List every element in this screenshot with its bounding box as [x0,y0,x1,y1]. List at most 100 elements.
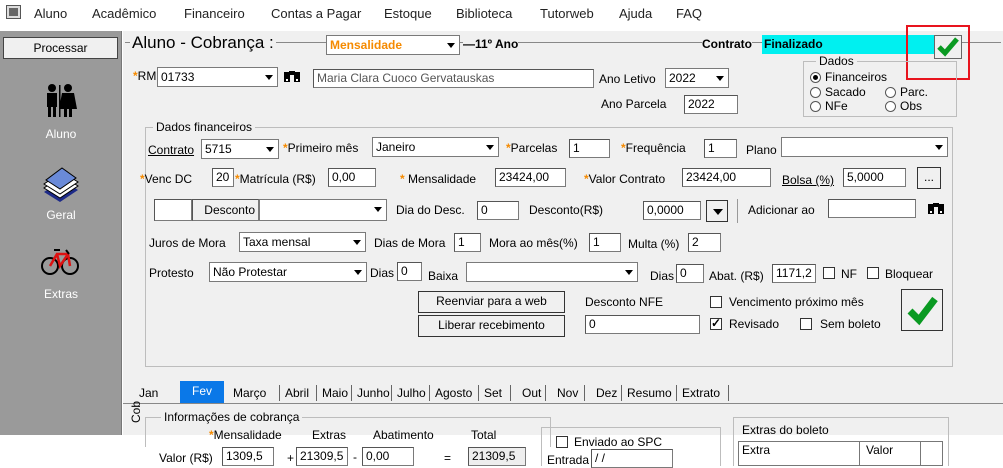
contrato-link[interactable]: Contrato [148,143,194,157]
ano-parcela-field[interactable]: 2022 [684,95,738,114]
ano-letivo-select[interactable]: 2022 [665,68,729,88]
valor-total-field: 21309,5 [468,447,526,466]
abat-field[interactable]: 1171,2 [772,264,816,283]
spc-checkbox[interactable] [556,436,568,448]
desconto-rs-field[interactable]: 0,0000 [643,201,701,220]
plano-select[interactable] [781,137,948,157]
matricula-field[interactable]: 0,00 [328,168,376,187]
sidebar-label-geral[interactable]: Geral [0,208,122,222]
valor-extras-field[interactable]: 21309,5 [296,447,348,466]
people-icon[interactable] [40,81,80,121]
liberar-recebimento-button[interactable]: Liberar recebimento [418,315,565,337]
col-mensalidade-label: *Mensalidade [209,428,282,442]
entrada-field[interactable]: / / [591,449,673,468]
binoculars-icon[interactable] [927,200,945,216]
desconto-code-field[interactable] [154,199,192,221]
rm-select[interactable]: 01733 [157,67,278,87]
sem-boleto-checkbox[interactable] [800,318,812,330]
tab-junho[interactable]: Junho [357,386,390,400]
primeiro-mes-select[interactable]: Janeiro [372,137,499,157]
desconto-rs-label: Desconto(R$) [529,203,604,217]
menu-faq[interactable]: FAQ [676,6,702,21]
radio-sacado[interactable] [810,87,821,98]
bloquear-checkbox[interactable] [867,267,879,279]
student-name-field[interactable]: Maria Clara Cuoco Gervatauskas [313,69,594,88]
baixa-dias-field[interactable]: 0 [676,264,704,283]
radio-parc[interactable] [885,87,896,98]
baixa-select[interactable] [466,262,638,282]
sidebar-label-aluno[interactable]: Aluno [0,127,122,141]
contrato-select[interactable]: 5715 [201,139,279,159]
binoculars-icon[interactable] [283,68,301,84]
bicycle-icon[interactable] [40,241,80,281]
multa-field[interactable]: 2 [688,233,721,252]
divider [737,199,738,223]
frequencia-field[interactable]: 1 [704,139,737,158]
mensalidade-field[interactable]: 23424,00 [495,168,566,187]
menu-financeiro[interactable]: Financeiro [184,6,245,21]
menu-ajuda[interactable]: Ajuda [619,6,652,21]
parcelas-field[interactable]: 1 [569,139,610,158]
radio-obs[interactable] [885,101,896,112]
menu-aluno[interactable]: Aluno [34,6,67,21]
radio-nfe[interactable] [810,101,821,112]
valor-abatimento-field[interactable]: 0,00 [362,447,414,466]
confirm-check-icon[interactable] [901,289,943,331]
sidebar-label-extras[interactable]: Extras [0,287,122,301]
app-icon[interactable] [6,5,21,19]
bolsa-button[interactable]: ... [917,167,941,189]
menu-academico[interactable]: Acadêmico [92,6,156,21]
desconto-dropdown-button[interactable] [706,200,728,222]
menu-bar: Aluno Acadêmico Financeiro Contas a Paga… [0,0,1003,26]
desconto-nfe-field[interactable]: 0 [585,315,700,334]
tab-fev[interactable]: Fev [180,381,224,403]
adicionar-field[interactable] [828,199,916,218]
valor-contrato-field[interactable]: 23424,00 [682,168,771,187]
ano-parcela-label: Ano Parcela [601,97,667,111]
abat-label: Abat. (R$) [709,269,764,283]
tab-extrato[interactable]: Extrato [682,386,720,400]
tab-dez[interactable]: Dez [596,386,617,400]
cobranca-type-select[interactable]: Mensalidade [326,35,460,55]
menu-contas-a-pagar[interactable]: Contas a Pagar [271,6,361,21]
revisado-checkbox[interactable] [710,316,722,330]
reenviar-web-button[interactable]: Reenviar para a web [418,291,565,313]
bolsa-field[interactable]: 5,0000 [843,168,906,187]
baixa-label: Baixa [428,269,459,283]
tab-maio[interactable]: Maio [322,386,348,400]
juros-select[interactable]: Taxa mensal [239,232,366,252]
menu-biblioteca[interactable]: Biblioteca [456,6,512,21]
dias-field[interactable]: 0 [397,262,422,281]
tab-julho[interactable]: Julho [397,386,426,400]
mora-mes-field[interactable]: 1 [589,233,621,252]
tab-jan[interactable]: Jan [139,386,158,400]
multa-label: Multa (%) [628,237,680,251]
tab-marco[interactable]: Março [233,386,266,400]
radio-financeiros[interactable] [810,72,821,83]
tab-agosto[interactable]: Agosto [435,386,472,400]
tab-resumo[interactable]: Resumo [627,386,672,400]
tab-nov[interactable]: Nov [557,386,578,400]
bolsa-link[interactable]: Bolsa (%) [782,173,834,187]
parcelas-label: *Parcelas [506,141,558,155]
dias-mora-field[interactable]: 1 [454,233,481,252]
desconto-select[interactable] [259,199,387,221]
protesto-select[interactable]: Não Protestar [209,262,367,282]
tab-set[interactable]: Set [484,386,502,400]
op-eq: = [444,451,452,465]
dia-desc-field[interactable]: 0 [477,201,519,220]
dias-mora-label: Dias de Mora [374,236,446,250]
document-stack-icon[interactable] [40,164,80,204]
menu-estoque[interactable]: Estoque [384,6,432,21]
menu-tutorweb[interactable]: Tutorweb [540,6,594,21]
valor-mensalidade-field[interactable]: 1309,5 [222,447,274,466]
radio-parc-label: Parc. [900,85,929,99]
radio-financeiros-label: Financeiros [825,70,888,84]
processar-button[interactable]: Processar [3,37,118,59]
tab-abril[interactable]: Abril [285,386,309,400]
vencimento-proximo-checkbox[interactable] [710,296,722,308]
cob-side-label: Cob [129,400,143,423]
venc-dc-field[interactable]: 20 [212,168,234,187]
tab-out[interactable]: Out [522,386,541,400]
nf-checkbox[interactable] [823,267,835,279]
